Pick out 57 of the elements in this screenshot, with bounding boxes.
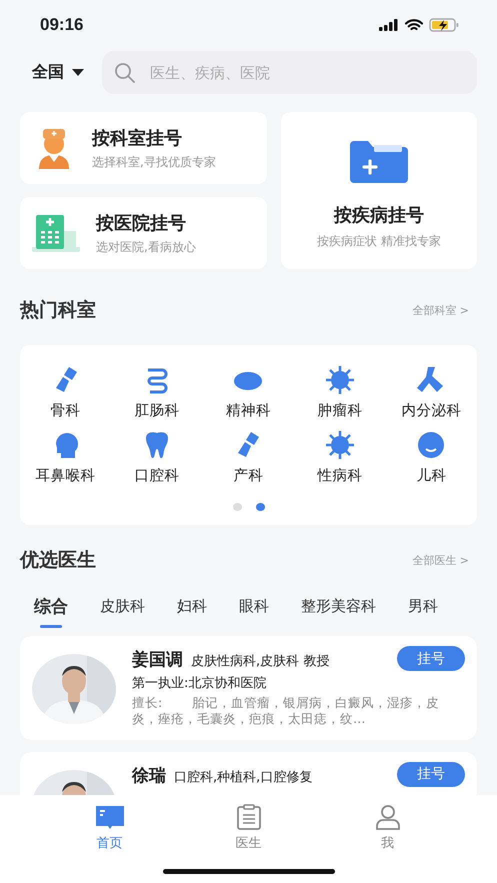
department-item[interactable]: 性病科 — [294, 430, 386, 485]
folder-icon — [350, 141, 408, 183]
location-selector[interactable]: 全国 — [32, 62, 84, 83]
category-tab[interactable]: 男科 — [392, 589, 454, 628]
doctor-expertise: 擅长: 胎记，血管瘤，银屑病，白癜风，湿疹，皮炎，痤疮，毛囊炎，疤痕，太田痣，纹… — [132, 695, 440, 728]
person-icon — [374, 804, 400, 830]
baby-icon — [416, 430, 446, 460]
card-title: 按疾病挂号 — [334, 204, 424, 227]
department-item[interactable]: 儿科 — [386, 430, 477, 485]
booking-card[interactable]: 按医院挂号 选对医院,看病放心 — [20, 197, 267, 269]
nav-tab[interactable]: 首页 — [80, 803, 140, 853]
nav-tab[interactable]: 我 — [358, 803, 418, 853]
register-button[interactable]: 挂号 — [397, 646, 465, 671]
search-field[interactable]: 医生、疾病、医院 — [102, 51, 477, 94]
doctor-name: 姜国调 — [132, 648, 183, 671]
booking-card[interactable]: 按科室挂号 选择科室,寻找优质专家 — [20, 112, 267, 184]
card-subtitle: 选择科室,寻找优质专家 — [92, 154, 216, 170]
doctor-hospital: 第一执业:北京协和医院 — [132, 675, 268, 692]
hospital-icon — [32, 213, 80, 253]
virus-icon — [324, 365, 355, 395]
department-item[interactable]: 产科 — [202, 430, 294, 485]
signal-icon — [379, 19, 399, 31]
section-title: 优选医生 — [20, 548, 96, 573]
department-item[interactable]: 精神科 — [202, 365, 294, 420]
page-dot[interactable] — [256, 503, 264, 511]
card-title: 按医院挂号 — [96, 212, 187, 234]
search-icon — [114, 62, 136, 84]
category-tab[interactable]: 整形美容科 — [285, 589, 392, 628]
doctor-card[interactable]: 姜国调 皮肤性病科,皮肤科 教授 第一执业:北京协和医院 擅长: 胎记，血管瘤，银屑病，白癜风，湿疹，皮炎，痤疮，毛囊炎，疤痕，太田痣，纹… 挂号 — [20, 636, 477, 740]
department-item[interactable]: 骨科 — [20, 365, 112, 420]
category-tab[interactable]: 妇科 — [161, 589, 223, 628]
department-item[interactable]: 肛肠科 — [111, 365, 203, 420]
doctor-title: 口腔科,种植科,口腔修复 — [174, 768, 312, 786]
register-button[interactable]: 挂号 — [397, 762, 465, 786]
department-item[interactable]: 肿瘤科 — [294, 365, 386, 420]
booking-card[interactable]: 按疾病挂号 按疾病症状 精准找专家 — [281, 112, 477, 269]
category-tab[interactable]: 眼科 — [223, 589, 285, 628]
doctor-card[interactable]: 徐瑞 口腔科,种植科,口腔修复 挂号 — [20, 752, 477, 795]
category-tab[interactable]: 皮肤科 — [84, 589, 161, 628]
wifi-icon — [405, 18, 423, 32]
doctor-name: 徐瑞 — [132, 764, 166, 786]
status-time: 09:16 — [40, 15, 84, 35]
page-dot[interactable] — [232, 503, 242, 511]
department-item[interactable]: 内分泌科 — [386, 365, 477, 420]
nav-tab[interactable]: 医生 — [218, 803, 278, 853]
doctor-title: 皮肤性病科,皮肤科 教授 — [191, 653, 330, 670]
virus-icon — [324, 430, 355, 460]
card-subtitle: 选对医院,看病放心 — [96, 238, 196, 256]
caret-icon — [72, 68, 84, 76]
department-item[interactable]: 耳鼻喉科 — [20, 430, 112, 485]
clipboard-icon — [236, 804, 262, 830]
card-subtitle: 按疾病症状 精准找专家 — [317, 233, 441, 250]
section-title: 热门科室 — [20, 298, 96, 323]
card-title: 按科室挂号 — [92, 126, 183, 150]
department-item[interactable]: 口腔科 — [111, 430, 203, 485]
category-tab[interactable]: 综合 — [18, 589, 84, 628]
battery-icon — [429, 18, 459, 32]
